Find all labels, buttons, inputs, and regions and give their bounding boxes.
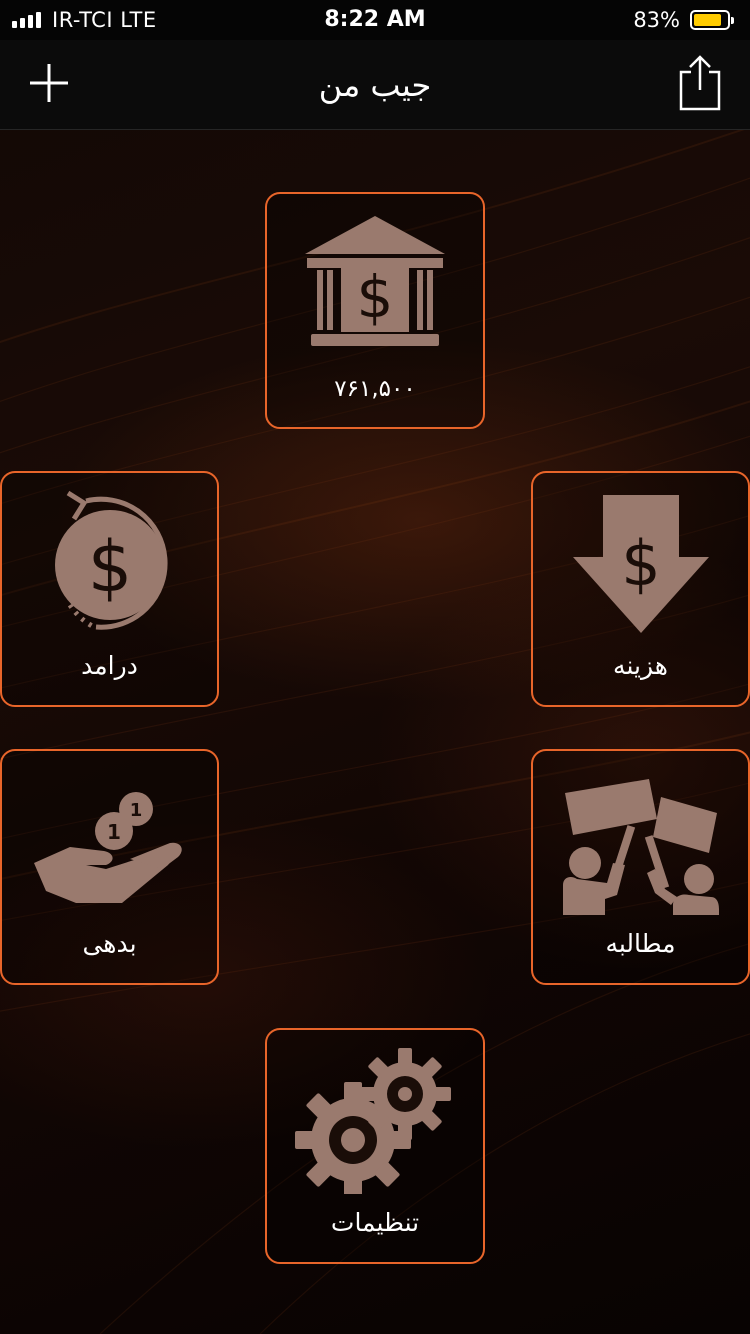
coin-refund-icon: $ <box>55 490 168 630</box>
battery-percent: 83% <box>633 8 680 32</box>
claim-tile[interactable]: مطالبه <box>531 749 750 985</box>
expense-label: هزینه <box>613 651 668 680</box>
income-label: درامد <box>81 651 138 680</box>
svg-text:1: 1 <box>130 800 143 821</box>
income-tile[interactable]: $ درامد <box>0 471 219 707</box>
settings-label: تنظیمات <box>330 1208 420 1237</box>
svg-text:$: $ <box>357 263 394 331</box>
gears-icon <box>295 1048 451 1194</box>
svg-text:$: $ <box>88 526 133 608</box>
protest-signs-icon <box>563 779 719 915</box>
claim-label: مطالبه <box>605 929 676 958</box>
battery-icon <box>690 10 734 30</box>
share-icon <box>679 55 721 111</box>
status-bar: IR-TCI LTE 8:22 AM 83% <box>0 0 750 40</box>
balance-amount: ۷۶۱,۵۰۰ <box>334 376 416 402</box>
navigation-bar: جیب من <box>0 40 750 130</box>
page-title: جیب من <box>318 66 432 104</box>
money-down-arrow-icon: $ <box>573 495 709 633</box>
settings-tile[interactable]: تنظیمات <box>265 1028 485 1264</box>
balance-tile[interactable]: $ ۷۶۱,۵۰۰ <box>265 192 485 429</box>
battery-fill <box>694 14 721 26</box>
debt-label: بدهی <box>82 929 137 958</box>
share-button[interactable] <box>676 54 724 114</box>
expense-tile[interactable]: $ هزینه <box>531 471 750 707</box>
bank-icon: $ <box>305 216 445 346</box>
svg-text:1: 1 <box>107 820 121 844</box>
hand-coins-icon: 1 1 <box>34 792 182 903</box>
svg-text:$: $ <box>621 527 660 600</box>
debt-tile[interactable]: 1 1 بدهی <box>0 749 219 985</box>
